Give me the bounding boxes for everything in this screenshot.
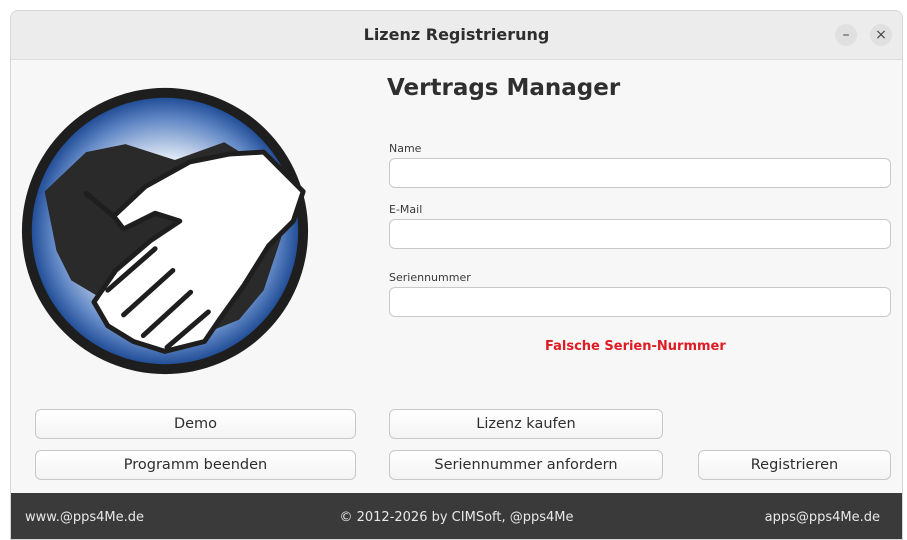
- license-dialog: Lizenz Registrierung – × Vertrags Manage…: [10, 10, 903, 540]
- request-serial-button[interactable]: Seriennummer anfordern: [389, 450, 663, 480]
- serial-label: Seriennummer: [389, 271, 471, 284]
- serial-number-field[interactable]: [389, 287, 891, 317]
- app-title: Vertrags Manager: [387, 75, 621, 101]
- quit-program-button[interactable]: Programm beenden: [35, 450, 356, 480]
- buy-license-button[interactable]: Lizenz kaufen: [389, 409, 663, 439]
- footer-bar: www.@pps4Me.de © 2012-2026 by CIMSoft, @…: [11, 493, 902, 539]
- close-button[interactable]: ×: [870, 24, 892, 46]
- error-message: Falsche Serien-Nurmmer: [545, 339, 726, 354]
- window-title: Lizenz Registrierung: [363, 25, 550, 44]
- register-button[interactable]: Registrieren: [698, 450, 891, 480]
- close-icon: ×: [875, 27, 887, 43]
- handshake-logo-icon: [21, 87, 309, 375]
- email-field[interactable]: [389, 219, 891, 249]
- email-label: E-Mail: [389, 203, 423, 216]
- name-field[interactable]: [389, 158, 891, 188]
- name-label: Name: [389, 142, 422, 155]
- email-link[interactable]: apps@pps4Me.de: [765, 510, 880, 525]
- minimize-button[interactable]: –: [835, 24, 857, 46]
- minimize-icon: –: [842, 27, 850, 43]
- title-bar: Lizenz Registrierung – ×: [11, 11, 902, 60]
- demo-button[interactable]: Demo: [35, 409, 356, 439]
